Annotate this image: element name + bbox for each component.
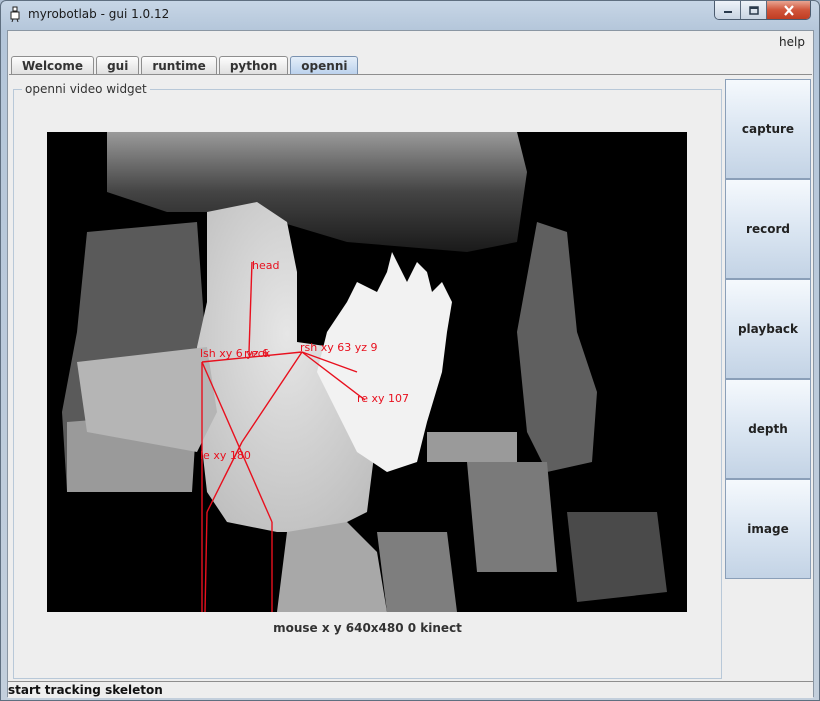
tab-gui[interactable]: gui [96,56,140,75]
close-button[interactable] [767,1,810,19]
window-controls [714,1,811,20]
skeleton-label-le: le xy 180 [200,449,251,462]
minimize-icon [723,11,732,13]
capture-button[interactable]: capture [725,79,811,179]
status-bar: start tracking skeleton [8,681,813,698]
depth-image: head lsh xy 6 yz 6 neck rsh xy 63 yz 9 r… [47,132,687,612]
tab-strip: Welcome gui runtime python openni [11,56,359,75]
skeleton-label-re: re xy 107 [357,392,409,405]
app-window: myrobotlab - gui 1.0.12 help Welcome gui… [0,0,820,701]
minimize-button[interactable] [715,1,741,19]
record-button[interactable]: record [725,179,811,279]
widget-title: openni video widget [22,82,150,96]
menu-bar: help [8,31,813,53]
skeleton-label-head: head [252,259,279,272]
tab-openni[interactable]: openni [290,56,359,75]
client-area: help Welcome gui runtime python openni o… [7,30,814,698]
tab-runtime[interactable]: runtime [141,56,217,75]
tab-python[interactable]: python [218,56,289,75]
image-button[interactable]: image [725,479,811,579]
status-text: start tracking skeleton [8,683,163,697]
menu-help[interactable]: help [779,35,805,49]
tab-welcome[interactable]: Welcome [11,56,95,75]
side-button-column: capture record playback depth image [725,79,811,579]
title-bar[interactable]: myrobotlab - gui 1.0.12 [1,1,819,29]
openni-tab-content: openni video widget head lsh xy 6 yz 6 n… [9,74,812,680]
maximize-icon [748,5,759,15]
skeleton-label-rsh: rsh xy 63 yz 9 [300,341,378,354]
close-icon [783,4,794,16]
depth-video-frame[interactable]: head lsh xy 6 yz 6 neck rsh xy 63 yz 9 r… [47,132,687,612]
depth-button[interactable]: depth [725,379,811,479]
skeleton-label-neck: neck [244,347,271,360]
maximize-button[interactable] [741,1,767,19]
video-widget-panel: openni video widget head lsh xy 6 yz 6 n… [13,82,722,679]
window-title: myrobotlab - gui 1.0.12 [28,7,170,21]
playback-button[interactable]: playback [725,279,811,379]
video-caption: mouse x y 640x480 0 kinect [273,621,462,635]
robot-app-icon [10,6,20,22]
